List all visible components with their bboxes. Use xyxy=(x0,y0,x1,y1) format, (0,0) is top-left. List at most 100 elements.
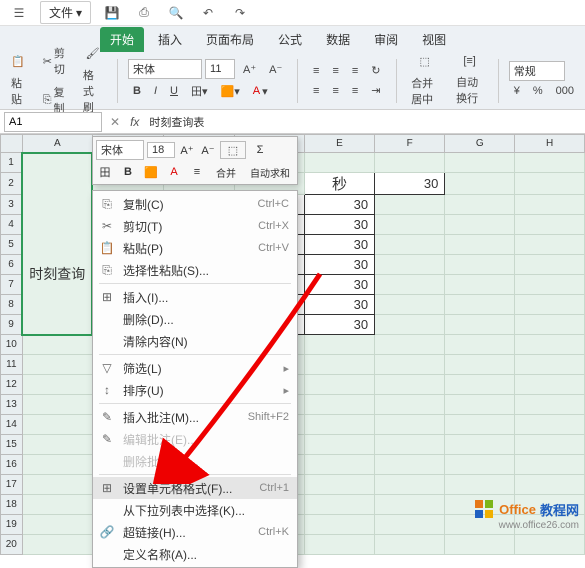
menu-edit-comment[interactable]: ✎编辑批注(E)... xyxy=(93,428,297,450)
align-center-icon[interactable]: ≡ xyxy=(327,82,343,100)
italic-button[interactable]: I xyxy=(149,82,162,100)
menu-delete-comment[interactable]: 删除批注(M)... xyxy=(93,450,297,472)
print-icon[interactable]: ⎙ xyxy=(133,3,155,23)
decrease-font-icon[interactable]: A⁻ xyxy=(199,141,217,159)
filter-icon: ▽ xyxy=(99,360,115,376)
mini-font-select[interactable]: 宋体 xyxy=(96,140,144,160)
wrap-text-button[interactable]: [≡] xyxy=(458,52,481,70)
border-button[interactable]: 田▾ xyxy=(186,80,213,102)
orientation-icon[interactable]: ↻ xyxy=(366,61,385,80)
align-bottom-icon[interactable]: ≡ xyxy=(347,62,363,80)
name-box[interactable] xyxy=(4,112,102,132)
merge-center-button[interactable]: ⬚ xyxy=(414,52,434,71)
tab-insert[interactable]: 插入 xyxy=(148,27,192,52)
spreadsheet-grid[interactable]: ABCDEFGH 1 时刻查询 2 秒30 3 17:22:30172230 4… xyxy=(0,134,585,524)
menu-cut[interactable]: ✂剪切(T)Ctrl+X xyxy=(93,215,297,237)
align-middle-icon[interactable]: ≡ xyxy=(327,62,343,80)
fill-color-button[interactable]: 🟧▾ xyxy=(216,82,245,101)
save-icon[interactable]: 💾 xyxy=(101,3,123,23)
menu-insert-comment[interactable]: ✎插入批注(M)...Shift+F2 xyxy=(93,406,297,428)
increase-font-icon[interactable]: A⁺ xyxy=(238,60,261,79)
file-label: 文件 xyxy=(49,4,73,21)
merge-label: 合并居中 xyxy=(406,72,443,110)
tab-formulas[interactable]: 公式 xyxy=(268,27,312,52)
office-logo-icon xyxy=(473,498,495,520)
comment-icon: ✎ xyxy=(99,409,115,425)
header-seconds[interactable]: 秒 xyxy=(304,173,374,195)
format-painter-button[interactable]: 🖌 xyxy=(81,44,105,63)
align-top-icon[interactable]: ≡ xyxy=(308,62,324,80)
font-color-icon[interactable]: A xyxy=(165,163,183,181)
menu-sort[interactable]: ↕排序(U)▸ xyxy=(93,379,297,401)
menu-paste[interactable]: 📋粘贴(P)Ctrl+V xyxy=(93,237,297,259)
data-cell[interactable]: 30 xyxy=(304,195,374,215)
menu-hyperlink[interactable]: 🔗超链接(H)...Ctrl+K xyxy=(93,521,297,543)
tab-page-layout[interactable]: 页面布局 xyxy=(196,27,264,52)
cut-button[interactable]: ✂ 剪切 xyxy=(38,42,70,80)
chevron-down-icon: ▾ xyxy=(76,6,82,20)
merged-cell-a[interactable]: 时刻查询 xyxy=(22,153,92,335)
percent-icon[interactable]: % xyxy=(528,82,548,100)
menu-insert[interactable]: ⊞插入(I)... xyxy=(93,286,297,308)
format-painter-label: 格式刷 xyxy=(78,64,107,118)
tab-view[interactable]: 视图 xyxy=(412,27,456,52)
paste-icon: 📋 xyxy=(99,240,115,256)
sum-icon[interactable]: Σ xyxy=(249,141,271,159)
menu-clear[interactable]: 清除内容(N) xyxy=(93,330,297,352)
font-select[interactable]: 宋体 xyxy=(128,59,202,79)
paste-special-icon: ⎘ xyxy=(99,262,115,278)
cut-icon: ✂ xyxy=(99,218,115,234)
title-bar: ☰ 文件 ▾ 💾 ⎙ 🔍 ↶ ↷ xyxy=(0,0,585,26)
menu-define-name[interactable]: 定义名称(A)... xyxy=(93,543,297,565)
formula-bar[interactable]: 时刻查询表 xyxy=(145,114,585,130)
menu-format-cells[interactable]: ⊞设置单元格格式(F)...Ctrl+1 xyxy=(93,477,297,499)
link-icon: 🔗 xyxy=(99,524,115,540)
format-cells-icon: ⊞ xyxy=(99,480,115,496)
number-format-select[interactable]: 常规 xyxy=(509,61,565,81)
formula-bar-row: ✕ fx 时刻查询表 xyxy=(0,110,585,134)
font-size-select[interactable]: 11 xyxy=(205,59,235,79)
menu-from-dropdown[interactable]: 从下拉列表中选择(K)... xyxy=(93,499,297,521)
bold-icon[interactable]: B xyxy=(119,163,137,181)
row-header[interactable]: 1 xyxy=(1,153,23,173)
align-icon[interactable]: ≡ xyxy=(188,163,206,181)
decrease-font-icon[interactable]: A⁻ xyxy=(264,60,287,79)
autosum-button[interactable]: 自动求和 xyxy=(246,163,294,181)
align-left-icon[interactable]: ≡ xyxy=(308,82,324,100)
tab-review[interactable]: 审阅 xyxy=(364,27,408,52)
undo-icon[interactable]: ↶ xyxy=(197,3,219,23)
context-menu: ⎘复制(C)Ctrl+C ✂剪切(T)Ctrl+X 📋粘贴(P)Ctrl+V ⎘… xyxy=(92,190,298,568)
cancel-icon[interactable]: ✕ xyxy=(106,115,124,129)
paste-button[interactable]: 📋 xyxy=(6,52,30,71)
menu-delete[interactable]: 删除(D)... xyxy=(93,308,297,330)
menu-copy[interactable]: ⎘复制(C)Ctrl+C xyxy=(93,193,297,215)
merge-icon[interactable]: ⬚ xyxy=(220,141,246,159)
font-color-button[interactable]: A▾ xyxy=(248,82,273,101)
wrap-label: 自动换行 xyxy=(451,71,488,109)
watermark: Office教程网 www.office26.com xyxy=(473,498,579,520)
redo-icon[interactable]: ↷ xyxy=(229,3,251,23)
menu-paste-special[interactable]: ⎘选择性粘贴(S)... xyxy=(93,259,297,281)
align-right-icon[interactable]: ≡ xyxy=(347,82,363,100)
mini-size-select[interactable]: 18 xyxy=(147,142,175,158)
bold-button[interactable]: B xyxy=(128,82,146,100)
border-icon[interactable]: 田 xyxy=(96,163,114,181)
increase-font-icon[interactable]: A⁺ xyxy=(178,141,196,159)
file-menu-button[interactable]: 文件 ▾ xyxy=(40,1,91,24)
comma-icon[interactable]: 000 xyxy=(551,82,579,100)
tab-data[interactable]: 数据 xyxy=(316,27,360,52)
mini-toolbar: 宋体 18 A⁺ A⁻ ⬚ Σ 田 B 🟧 A ≡ 合并 自动求和 xyxy=(92,136,298,185)
indent-icon[interactable]: ⇥ xyxy=(366,81,385,100)
preview-icon[interactable]: 🔍 xyxy=(165,3,187,23)
fx-icon[interactable]: fx xyxy=(124,115,145,129)
ribbon: 📋 粘贴 ✂ 剪切 ⎘ 复制 🖌 格式刷 宋体 11 A⁺ A⁻ B I U 田… xyxy=(0,52,585,110)
menu-icon[interactable]: ☰ xyxy=(8,3,30,23)
menu-filter[interactable]: ▽筛选(L)▸ xyxy=(93,357,297,379)
fill-color-icon[interactable]: 🟧 xyxy=(142,163,160,181)
copy-icon: ⎘ xyxy=(99,196,115,212)
data-cell[interactable]: 30 xyxy=(375,173,445,195)
currency-icon[interactable]: ¥ xyxy=(509,82,525,100)
edit-comment-icon: ✎ xyxy=(99,431,115,447)
underline-button[interactable]: U xyxy=(165,82,183,100)
merge-button[interactable]: 合并 xyxy=(211,163,241,181)
